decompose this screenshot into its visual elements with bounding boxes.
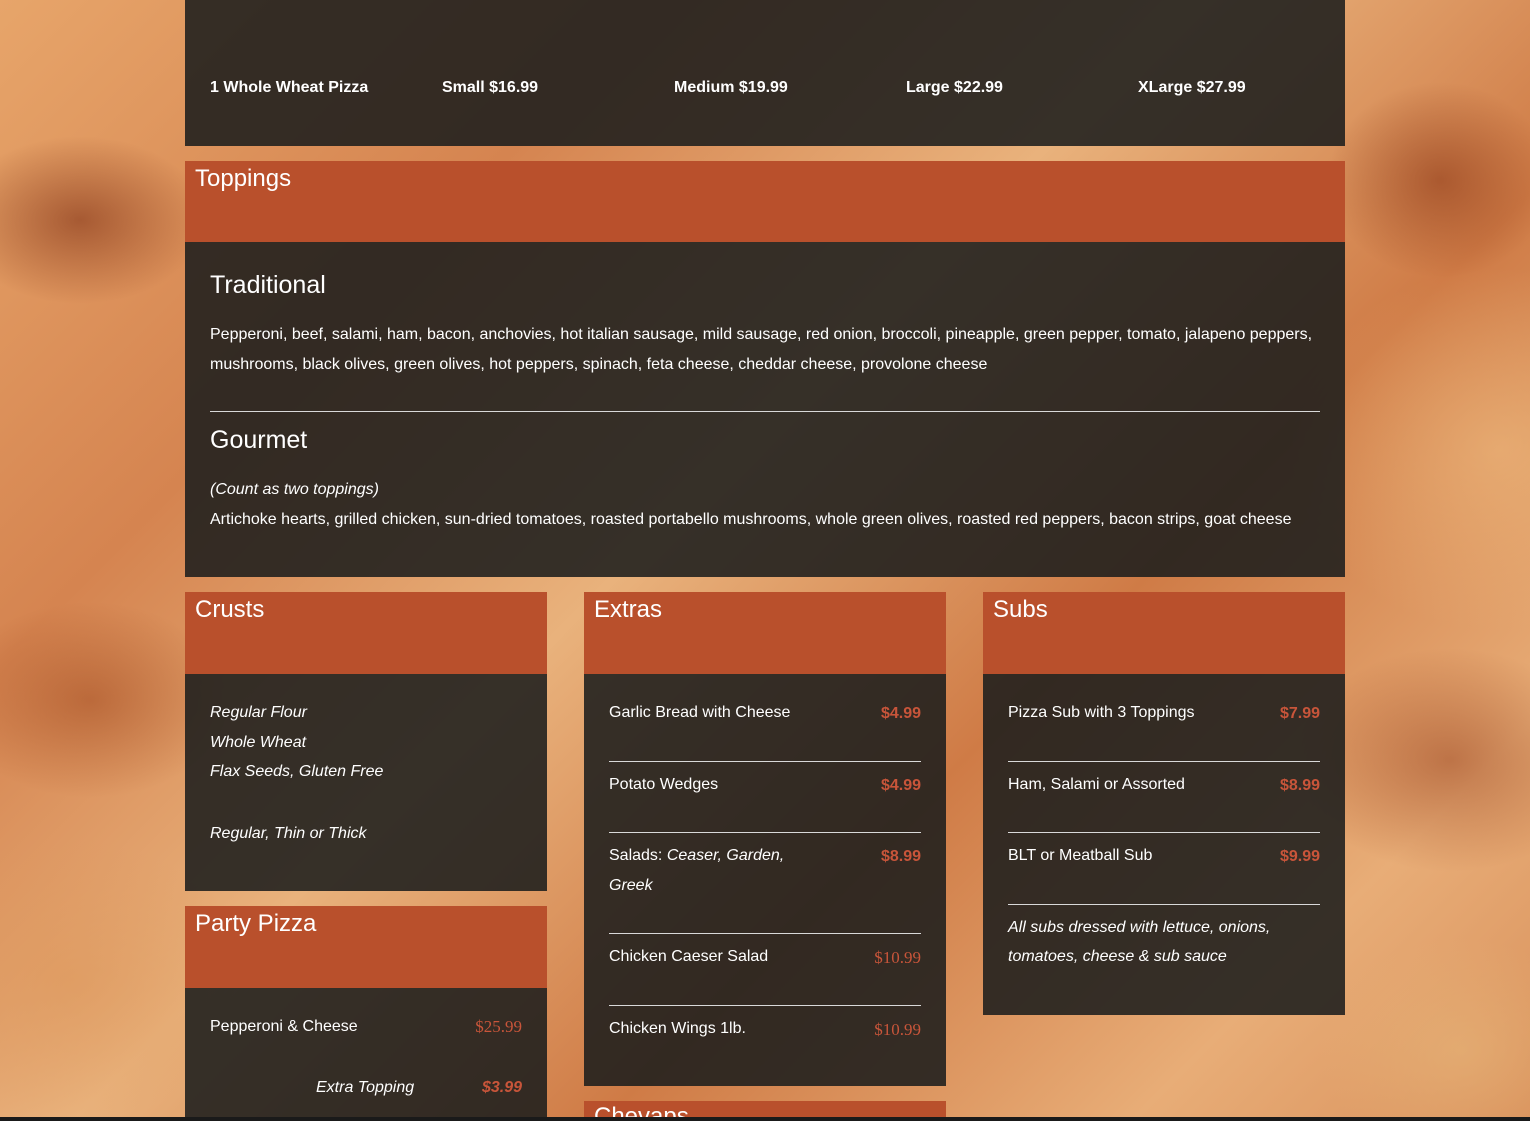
- toppings-header: Toppings: [185, 161, 1345, 242]
- crusts-header: Crusts: [185, 592, 547, 674]
- extras-price: $4.99: [880, 705, 921, 722]
- extras-price: $10.99: [874, 1020, 921, 1039]
- size-medium: Medium $19.99: [674, 79, 788, 96]
- salads-options: Ceaser, Garden,: [666, 847, 785, 864]
- party-pizza-header: Party Pizza: [185, 906, 547, 988]
- subs-price: $7.99: [1279, 705, 1320, 722]
- party-pizza-item: Pepperoni & Cheese: [210, 1018, 358, 1035]
- subs-divider: [1008, 761, 1320, 762]
- traditional-list-line1: Pepperoni, beef, salami, ham, bacon, anc…: [210, 326, 1313, 343]
- extras-item: Potato Wedges: [609, 776, 719, 793]
- traditional-list-line2: mushrooms, black olives, green olives, h…: [210, 356, 988, 373]
- gourmet-note: (Count as two toppings): [210, 481, 379, 498]
- extra-topping-price: $3.99: [481, 1079, 522, 1096]
- toppings-panel: Traditional Pepperoni, beef, salami, ham…: [185, 242, 1345, 577]
- subs-price: $9.99: [1279, 848, 1320, 865]
- party-pizza-title: Party Pizza: [195, 910, 317, 937]
- subs-item: BLT or Meatball Sub: [1008, 847, 1153, 864]
- extras-price: $4.99: [880, 777, 921, 794]
- salads-label: Salads:: [609, 847, 667, 864]
- toppings-divider: [210, 411, 1320, 412]
- toppings-title: Toppings: [195, 165, 292, 192]
- party-pizza-panel: Pepperoni & Cheese $25.99 Extra Topping …: [185, 988, 547, 1121]
- crust-thickness: Regular, Thin or Thick: [210, 825, 367, 842]
- subs-item: Ham, Salami or Assorted: [1008, 776, 1185, 793]
- subs-note-line2: tomatoes, cheese & sub sauce: [1008, 948, 1227, 965]
- subs-title: Subs: [993, 596, 1048, 623]
- extras-header: Extras: [584, 592, 946, 674]
- crusts-panel: Regular Flour Whole Wheat Flax Seeds, Gl…: [185, 674, 547, 891]
- gourmet-list: Artichoke hearts, grilled chicken, sun-d…: [210, 511, 1292, 528]
- extras-panel: Garlic Bread with Cheese $4.99 Potato We…: [584, 674, 946, 1086]
- subs-divider: [1008, 832, 1320, 833]
- crust-item: Regular Flour: [210, 704, 307, 721]
- extras-item: Garlic Bread with Cheese: [609, 704, 791, 721]
- extras-divider: [609, 832, 921, 833]
- gourmet-heading: Gourmet: [210, 426, 308, 454]
- extras-title: Extras: [594, 596, 663, 623]
- pizza-item-label: 1 Whole Wheat Pizza: [210, 79, 369, 96]
- crusts-title: Crusts: [195, 596, 265, 623]
- crust-item: Whole Wheat: [210, 734, 307, 751]
- size-small: Small $16.99: [442, 79, 539, 96]
- size-large: Large $22.99: [906, 79, 1003, 96]
- subs-panel: Pizza Sub with 3 Toppings $7.99 Ham, Sal…: [983, 674, 1345, 1015]
- subs-price: $8.99: [1279, 777, 1320, 794]
- traditional-heading: Traditional: [210, 271, 326, 299]
- subs-divider: [1008, 904, 1320, 905]
- extras-item: Chicken Wings 1lb.: [609, 1020, 746, 1037]
- crust-item: Flax Seeds, Gluten Free: [210, 763, 384, 780]
- extra-topping-label: Extra Topping: [316, 1079, 415, 1096]
- extras-price: $8.99: [880, 848, 921, 865]
- extras-item: Chicken Caeser Salad: [609, 948, 769, 965]
- extras-item: Salads: Ceaser, Garden,: [609, 841, 784, 871]
- viewport-bottom-edge: [0, 1117, 1530, 1121]
- party-pizza-price: $25.99: [475, 1017, 522, 1036]
- salads-options-cont: Greek: [609, 877, 653, 894]
- subs-item: Pizza Sub with 3 Toppings: [1008, 704, 1195, 721]
- subs-note-line1: All subs dressed with lettuce, onions,: [1008, 919, 1271, 936]
- extras-divider: [609, 761, 921, 762]
- extras-divider: [609, 933, 921, 934]
- extras-divider: [609, 1005, 921, 1006]
- subs-header: Subs: [983, 592, 1345, 674]
- pizza-size-panel: 1 Whole Wheat Pizza Small $16.99 Medium …: [185, 0, 1345, 146]
- size-xlarge: XLarge $27.99: [1138, 79, 1246, 96]
- extras-price: $10.99: [874, 948, 921, 967]
